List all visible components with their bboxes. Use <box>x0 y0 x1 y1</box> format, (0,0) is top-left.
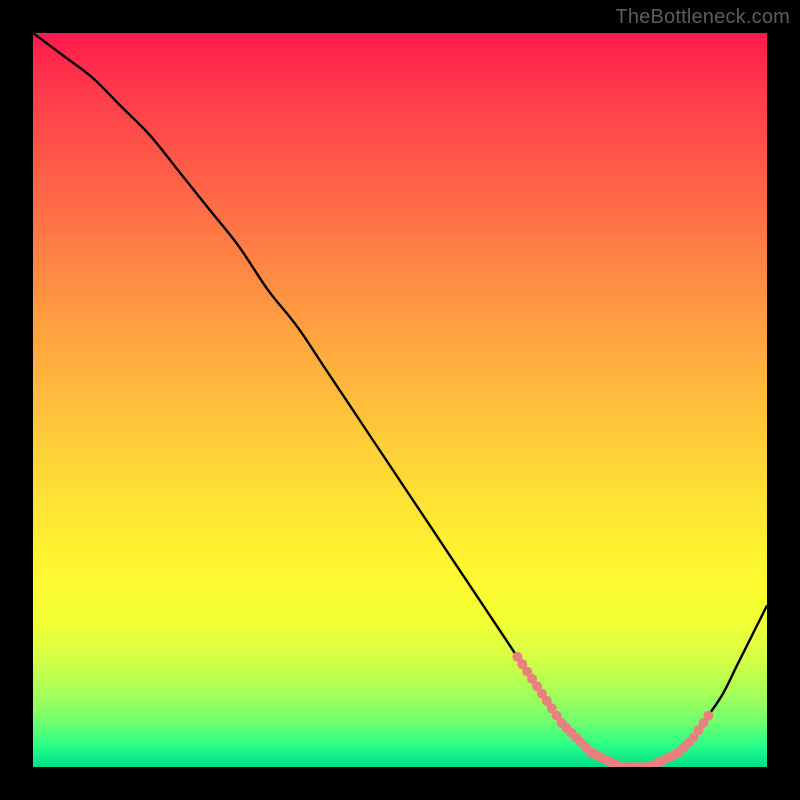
chart-svg <box>33 33 767 767</box>
chart-frame: TheBottleneck.com <box>0 0 800 800</box>
plot-area <box>33 33 767 767</box>
valley-dot <box>703 711 713 721</box>
valley-dots <box>512 652 713 767</box>
watermark-text: TheBottleneck.com <box>615 6 790 29</box>
bottleneck-curve <box>33 33 767 767</box>
